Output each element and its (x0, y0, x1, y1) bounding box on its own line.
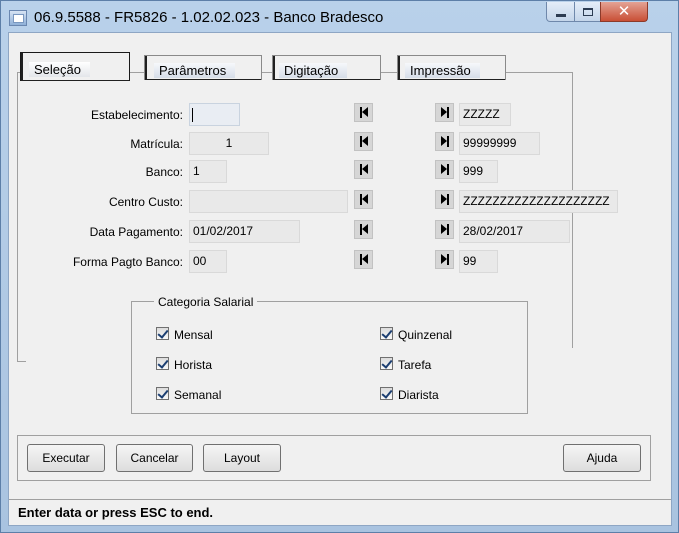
forma-pagto-banco-label: Forma Pagto Banco: (72, 255, 183, 269)
centro-custo-label: Centro Custo: (108, 195, 183, 209)
estabelecimento-from-input[interactable] (189, 103, 240, 126)
tab-selecao[interactable]: Seleção (20, 52, 130, 81)
horista-label: Horista (174, 358, 213, 372)
forma-pagto-banco-first-button[interactable] (354, 250, 373, 269)
main-window: 06.9.5588 - FR5826 - 1.02.02.023 - Banco… (0, 0, 679, 533)
data-pagamento-from-input[interactable]: 01/02/2017 (189, 220, 300, 243)
banco-to-input[interactable]: 999 (459, 160, 498, 183)
banco-from-input[interactable]: 1 (189, 160, 227, 183)
cancelar-button[interactable]: Cancelar (116, 444, 193, 472)
minimize-icon (555, 14, 566, 17)
centro-custo-to-input[interactable]: ZZZZZZZZZZZZZZZZZZZZ (459, 190, 618, 213)
text-caret (192, 108, 193, 122)
status-message: Enter data or press ESC to end. (18, 505, 214, 520)
close-icon: ✕ (617, 2, 631, 20)
title-bar[interactable]: 06.9.5588 - FR5826 - 1.02.02.023 - Banco… (1, 1, 678, 33)
semanal-label: Semanal (174, 388, 222, 402)
maximize-icon (582, 7, 593, 16)
tab-digitacao[interactable]: Digitação (272, 55, 381, 80)
matricula-to-input[interactable]: 99999999 (459, 132, 540, 155)
tarefa-label: Tarefa (398, 358, 432, 372)
mensal-label: Mensal (174, 328, 213, 342)
quinzenal-checkbox[interactable] (380, 327, 393, 340)
tab-impressao[interactable]: Impressão (397, 55, 506, 80)
layout-button[interactable]: Layout (203, 444, 281, 472)
forma-pagto-banco-from-input[interactable]: 00 (189, 250, 227, 273)
button-frame (17, 435, 651, 481)
minimize-button[interactable] (546, 2, 575, 22)
estabelecimento-first-button[interactable] (354, 103, 373, 122)
app-icon[interactable] (9, 10, 27, 26)
mensal-checkbox[interactable] (156, 327, 169, 340)
data-pagamento-label: Data Pagamento: (89, 225, 183, 239)
ajuda-button[interactable]: Ajuda (563, 444, 641, 472)
diarista-label: Diarista (398, 388, 439, 402)
diarista-checkbox[interactable] (380, 387, 393, 400)
banco-label: Banco: (145, 165, 183, 179)
client-area: Seleção Parâmetros Digitação Impressão E… (8, 32, 672, 526)
window-title: 06.9.5588 - FR5826 - 1.02.02.023 - Banco… (34, 9, 384, 26)
matricula-label: Matrícula: (130, 137, 183, 151)
centro-custo-first-button[interactable] (354, 190, 373, 209)
banco-first-button[interactable] (354, 160, 373, 179)
data-pagamento-last-button[interactable] (435, 220, 454, 239)
status-bar: Enter data or press ESC to end. (9, 499, 671, 525)
estabelecimento-last-button[interactable] (435, 103, 454, 122)
tab-parametros-label: Parâmetros (154, 63, 236, 78)
forma-pagto-banco-to-input[interactable]: 99 (459, 250, 498, 273)
close-button[interactable]: ✕ (600, 2, 648, 22)
tab-impressao-label: Impressão (405, 63, 480, 78)
forma-pagto-banco-last-button[interactable] (435, 250, 454, 269)
matricula-from-input[interactable]: 1 (189, 132, 269, 155)
matricula-last-button[interactable] (435, 132, 454, 151)
executar-button[interactable]: Executar (27, 444, 105, 472)
banco-last-button[interactable] (435, 160, 454, 179)
centro-custo-from-input[interactable] (189, 190, 348, 213)
matricula-first-button[interactable] (354, 132, 373, 151)
semanal-checkbox[interactable] (156, 387, 169, 400)
estabelecimento-to-input[interactable]: ZZZZZ (459, 103, 511, 126)
data-pagamento-first-button[interactable] (354, 220, 373, 239)
data-pagamento-to-input[interactable]: 28/02/2017 (459, 220, 570, 243)
tab-parametros[interactable]: Parâmetros (144, 55, 262, 80)
horista-checkbox[interactable] (156, 357, 169, 370)
tab-selecao-label: Seleção (29, 62, 90, 77)
centro-custo-last-button[interactable] (435, 190, 454, 209)
categoria-salarial-title: Categoria Salarial (154, 295, 258, 309)
quinzenal-label: Quinzenal (398, 328, 453, 342)
estabelecimento-label: Estabelecimento: (90, 108, 183, 122)
maximize-button[interactable] (574, 2, 601, 22)
tab-digitacao-label: Digitação (279, 63, 348, 78)
tarefa-checkbox[interactable] (380, 357, 393, 370)
